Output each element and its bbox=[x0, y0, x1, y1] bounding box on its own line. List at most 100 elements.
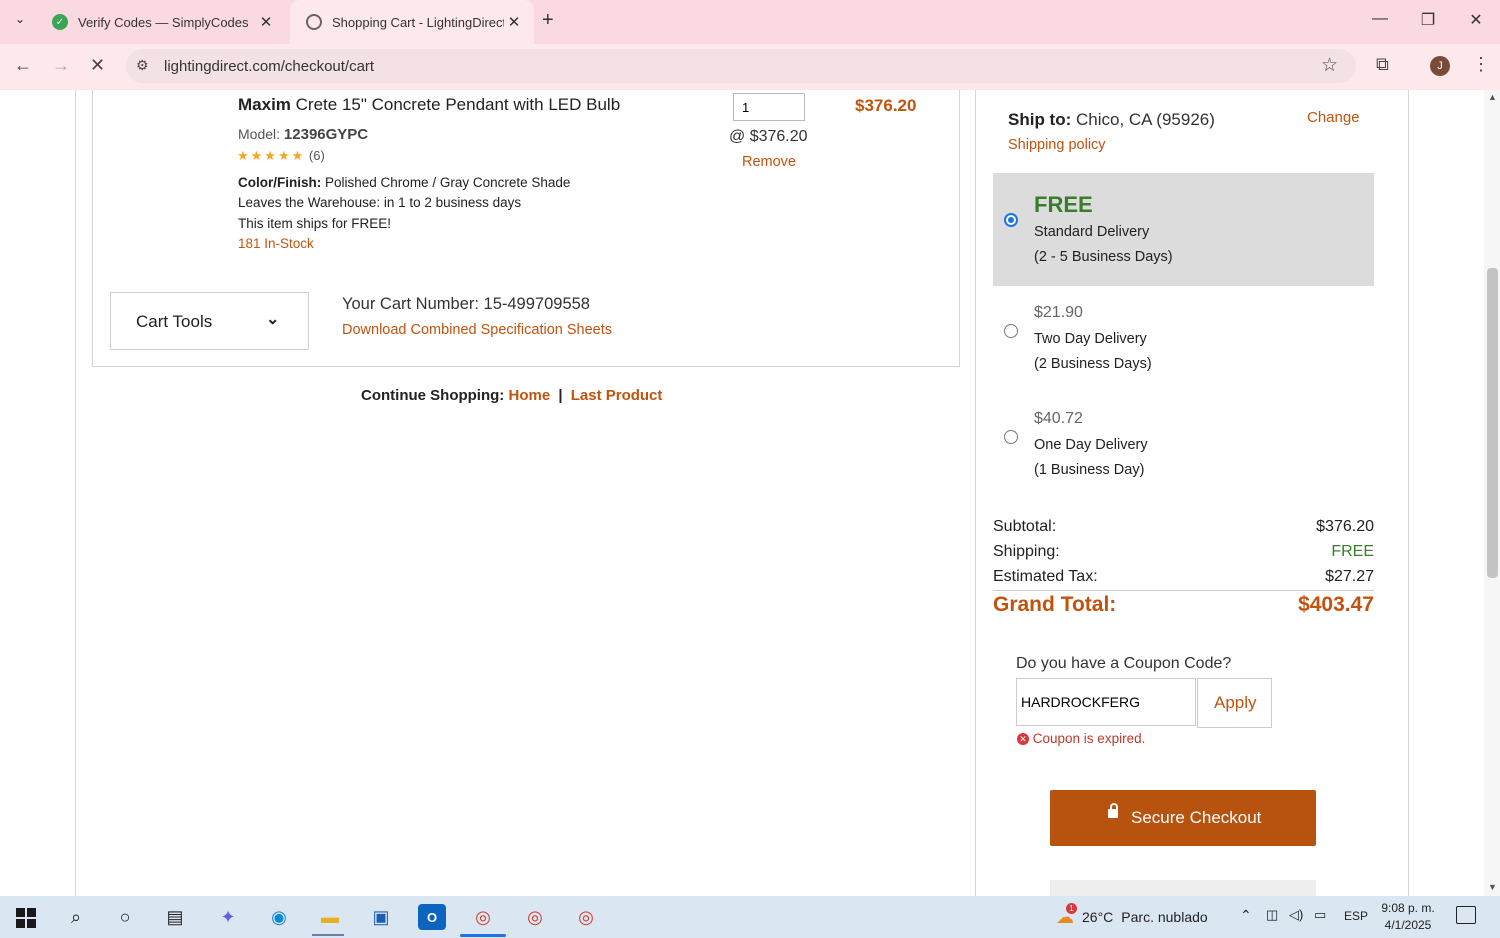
column-divider bbox=[975, 90, 976, 896]
store-icon[interactable]: ▣ bbox=[367, 904, 395, 930]
close-tab-icon[interactable]: ✕ bbox=[504, 13, 524, 31]
minimize-icon[interactable]: — bbox=[1368, 10, 1392, 28]
restore-icon[interactable]: ❐ bbox=[1416, 10, 1440, 30]
network-icon[interactable]: ▭ bbox=[1314, 907, 1326, 923]
chrome-profile-a-icon[interactable]: ◎ bbox=[521, 904, 549, 930]
new-tab-icon[interactable]: + bbox=[542, 9, 554, 32]
standard-days: (2 - 5 Business Days) bbox=[1034, 249, 1173, 265]
change-address-link[interactable]: Change bbox=[1307, 109, 1360, 126]
home-link[interactable]: Home bbox=[508, 387, 550, 404]
tab-lightingdirect[interactable]: Shopping Cart - LightingDirect.c ✕ bbox=[290, 0, 534, 44]
bookmark-star-icon[interactable]: ☆ bbox=[1321, 54, 1338, 77]
close-tab-icon[interactable]: ✕ bbox=[256, 13, 276, 31]
rating-count: (6) bbox=[308, 148, 325, 163]
volume-icon[interactable]: ◁) bbox=[1289, 907, 1303, 923]
chrome-profile-j-icon[interactable]: ◎ bbox=[469, 904, 497, 930]
taskbar-indicators bbox=[312, 934, 344, 936]
download-spec-sheets-link[interactable]: Download Combined Specification Sheets bbox=[342, 322, 612, 338]
browser-toolbar: ← → ✕ ⚙ lightingdirect.com/checkout/cart… bbox=[0, 44, 1500, 90]
outlook-icon[interactable]: O bbox=[418, 904, 446, 930]
site-info-icon[interactable]: ⚙ bbox=[136, 57, 149, 74]
two-day-price: $21.90 bbox=[1034, 304, 1083, 321]
coupon-input[interactable] bbox=[1016, 678, 1196, 726]
line-total: $376.20 bbox=[855, 96, 917, 115]
product-name: Crete 15" Concrete Pendant with LED Bulb bbox=[295, 95, 621, 114]
tax-value: $27.27 bbox=[1325, 568, 1374, 585]
clock-date: 4/1/2025 bbox=[1384, 918, 1432, 932]
cortana-icon[interactable]: ○ bbox=[111, 904, 139, 930]
standard-name: Standard Delivery bbox=[1034, 224, 1150, 240]
back-icon[interactable]: ← bbox=[14, 55, 32, 76]
shipping-option-standard[interactable]: FREE Standard Delivery (2 - 5 Business D… bbox=[993, 173, 1374, 286]
grand-total-value: $403.47 bbox=[1298, 593, 1374, 616]
weather-widget[interactable]: ☁ 1 26°C Parc. nublado bbox=[1056, 902, 1208, 930]
tab-title: Verify Codes — SimplyCodes bbox=[78, 14, 249, 30]
weather-desc: Parc. nublado bbox=[1121, 909, 1208, 925]
meet-icon[interactable]: ◫ bbox=[1266, 907, 1278, 923]
lightingdirect-favicon-icon bbox=[306, 14, 322, 30]
notifications-icon[interactable] bbox=[1456, 906, 1476, 924]
secure-checkout-button[interactable]: Secure Checkout bbox=[1050, 790, 1316, 846]
next-button-partial bbox=[1050, 880, 1316, 896]
continue-label: Continue Shopping: bbox=[361, 387, 505, 404]
tax-label: Estimated Tax: bbox=[993, 568, 1098, 585]
scroll-down-icon[interactable]: ▼ bbox=[1488, 882, 1497, 892]
page-scrollbar[interactable]: ▲ ▼ bbox=[1484, 90, 1500, 896]
windows-start-icon[interactable] bbox=[16, 908, 36, 928]
shipping-option-one-day[interactable]: $40.72 One Day Delivery (1 Business Day) bbox=[993, 404, 1374, 484]
shipping-option-two-day[interactable]: $21.90 Two Day Delivery (2 Business Days… bbox=[993, 298, 1374, 378]
scroll-up-icon[interactable]: ▲ bbox=[1488, 92, 1497, 102]
warehouse-info: Leaves the Warehouse: in 1 to 2 business… bbox=[238, 195, 522, 210]
tray-chevron-icon[interactable]: ⌃ bbox=[1240, 907, 1252, 924]
active-app-indicator bbox=[460, 934, 506, 937]
product-brand: Maxim bbox=[238, 95, 291, 114]
weather-temp: 26°C bbox=[1082, 909, 1114, 925]
product-model: Model: 12396GYPC bbox=[238, 126, 368, 143]
url-text[interactable]: lightingdirect.com/checkout/cart bbox=[164, 58, 374, 75]
last-product-link[interactable]: Last Product bbox=[571, 387, 663, 404]
lock-shackle-icon bbox=[1110, 803, 1118, 811]
file-explorer-icon[interactable]: ▬ bbox=[316, 904, 344, 930]
clock-time: 9:08 p. m. bbox=[1381, 901, 1435, 915]
one-day-days: (1 Business Day) bbox=[1034, 462, 1145, 478]
order-summary: Subtotal: $376.20 Shipping: FREE Estimat… bbox=[993, 516, 1374, 620]
one-day-radio[interactable] bbox=[1004, 430, 1018, 444]
chevron-down-icon: ⌄ bbox=[266, 311, 280, 328]
shipping-policy-link[interactable]: Shipping policy bbox=[1008, 137, 1106, 153]
clock[interactable]: 9:08 p. m. 4/1/2025 bbox=[1372, 900, 1444, 934]
link-separator: | bbox=[558, 387, 563, 404]
color-value: Polished Chrome / Gray Concrete Shade bbox=[325, 175, 571, 190]
shipping-value: FREE bbox=[1331, 543, 1374, 560]
stop-loading-icon[interactable]: ✕ bbox=[90, 55, 105, 76]
forward-icon[interactable]: → bbox=[52, 55, 70, 76]
rating-stars: ★★★★★ bbox=[237, 148, 306, 163]
profile-avatar[interactable]: J bbox=[1430, 56, 1450, 76]
remove-link[interactable]: Remove bbox=[742, 154, 796, 170]
close-window-icon[interactable]: ✕ bbox=[1464, 10, 1488, 30]
product-rating[interactable]: ★★★★★ (6) bbox=[237, 148, 325, 164]
extensions-icon[interactable]: ⧉ bbox=[1376, 54, 1389, 75]
apply-coupon-button[interactable]: Apply bbox=[1197, 678, 1272, 728]
tab-search-button[interactable]: ⌄ bbox=[10, 12, 30, 32]
tab-simplycodes[interactable]: ✓ Verify Codes — SimplyCodes ✕ bbox=[36, 0, 286, 44]
summary-divider bbox=[993, 590, 1374, 591]
chrome-profile-a2-icon[interactable]: ◎ bbox=[572, 904, 600, 930]
menu-icon[interactable]: ⋮ bbox=[1472, 54, 1490, 75]
copilot-icon[interactable]: ✦ bbox=[214, 904, 242, 930]
subtotal-label: Subtotal: bbox=[993, 518, 1057, 535]
language-indicator[interactable]: ESP bbox=[1344, 909, 1368, 923]
stock-status: 181 In-Stock bbox=[238, 236, 314, 251]
scrollbar-thumb[interactable] bbox=[1487, 268, 1498, 578]
address-bar[interactable]: ⚙ lightingdirect.com/checkout/cart ☆ bbox=[126, 49, 1356, 83]
two-day-radio[interactable] bbox=[1004, 324, 1018, 338]
search-icon[interactable]: ⌕ bbox=[62, 904, 90, 930]
task-view-icon[interactable]: ▤ bbox=[161, 904, 189, 930]
windows-taskbar: ⌕ ○ ▤ ✦ ◉ ▬ ▣ O ◎ ◎ ◎ ☁ 1 26°C Parc. nubl… bbox=[0, 896, 1500, 938]
page-border-right bbox=[1408, 90, 1409, 896]
quantity-input[interactable] bbox=[733, 93, 805, 121]
product-title[interactable]: Maxim Crete 15" Concrete Pendant with LE… bbox=[238, 95, 620, 115]
standard-radio[interactable] bbox=[1004, 213, 1018, 227]
secure-checkout-label: Secure Checkout bbox=[1131, 808, 1262, 827]
edge-icon[interactable]: ◉ bbox=[265, 904, 293, 930]
cart-tools-dropdown[interactable]: Cart Tools ⌄ bbox=[110, 292, 309, 350]
